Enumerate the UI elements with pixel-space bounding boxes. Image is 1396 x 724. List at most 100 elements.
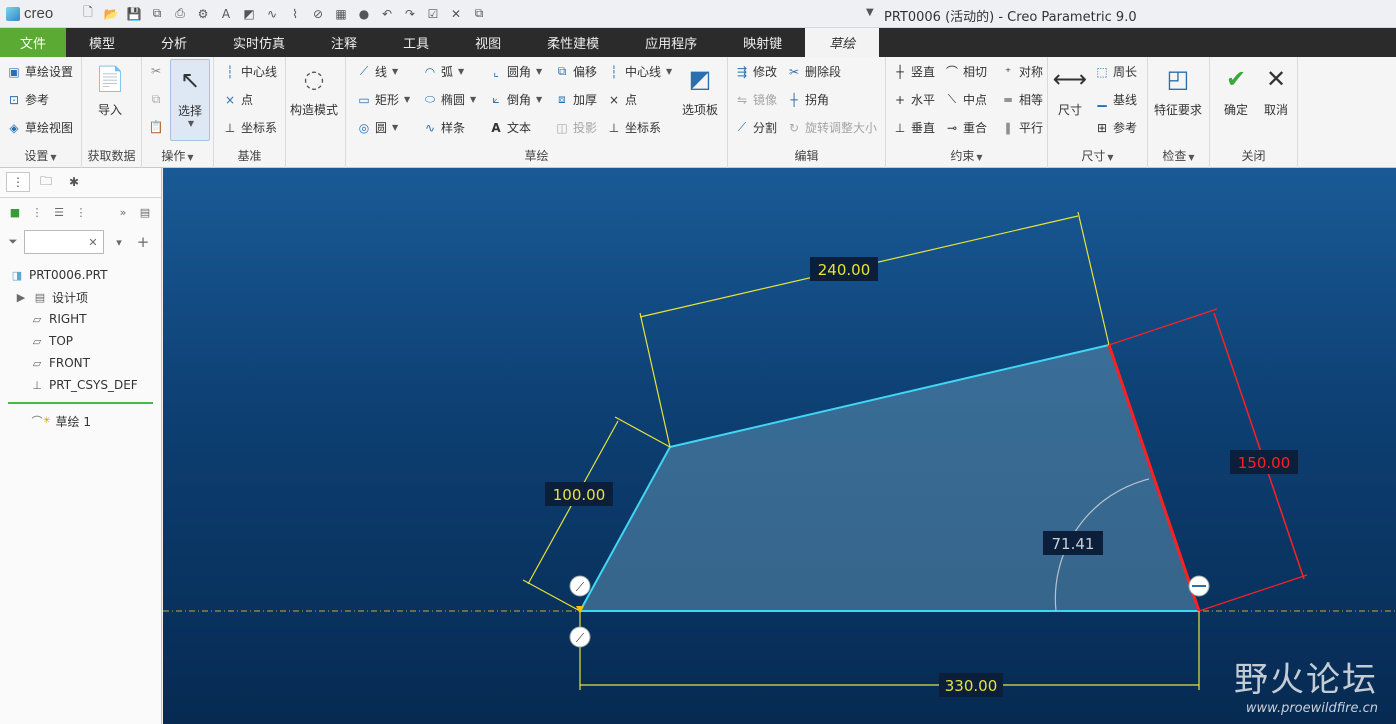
sphere-icon[interactable]: ● (354, 5, 374, 23)
insert-here-indicator[interactable] (8, 402, 153, 404)
filter-dropdown-icon[interactable]: ▾ (112, 235, 126, 249)
color-icon[interactable]: ▦ (331, 5, 351, 23)
clear-search-icon[interactable]: ✕ (86, 235, 100, 249)
list-settings-icon[interactable]: ⋮ (30, 205, 44, 219)
tree-item-front[interactable]: ▱ FRONT (0, 352, 161, 374)
constraint-coincident-button[interactable]: ⊸ 重合 (944, 119, 987, 136)
qat-menu-arrow-icon[interactable]: ▼ (866, 7, 874, 18)
fillet-button[interactable]: ⌞ 圆角 ▼ (488, 63, 542, 80)
constraint-symmetric-button[interactable]: ⁺ 对称 (1000, 63, 1043, 80)
dim-330-label[interactable]: 330.00 (945, 677, 998, 695)
tab-file[interactable]: 文件 (0, 28, 66, 57)
group-label-inspect[interactable]: 检查 ▼ (1148, 147, 1209, 164)
tree-item-csys[interactable]: ⊥ PRT_CSYS_DEF (0, 374, 161, 396)
save-icon[interactable]: 💾 (124, 5, 144, 23)
project-button[interactable]: ◫ 投影 (554, 119, 597, 136)
rotate-resize-button[interactable]: ↻ 旋转调整大小 (786, 119, 877, 136)
datum-csys-button[interactable]: ⊥ 坐标系 (222, 119, 277, 136)
constraint-parallel-button[interactable]: ∥ 平行 (1000, 119, 1043, 136)
thicken-button[interactable]: ⧈ 加厚 (554, 91, 597, 108)
tree-columns-icon[interactable]: ☰ (52, 205, 66, 219)
print-icon[interactable]: ⎙ (170, 5, 190, 23)
delete-segment-button[interactable]: ✂ 删除段 (786, 63, 841, 80)
graphics-window[interactable]: 240.00 100.00 150.00 71.41 330.00 ⟋ ⟋ 野火… (163, 168, 1396, 724)
expand-more-icon[interactable]: » (116, 205, 130, 219)
tab-live-simulation[interactable]: 实时仿真 (210, 28, 308, 57)
divide-button[interactable]: ⟋ 分割 (734, 119, 777, 136)
sketch-csys-button[interactable]: ⊥ 坐标系 (606, 119, 661, 136)
constraint-horizontal-button[interactable]: + 水平 (892, 91, 935, 108)
tree-filter-icon[interactable]: ⋮ (74, 205, 88, 219)
constraint-midpoint-button[interactable]: ⟍ 中点 (944, 91, 987, 108)
sketch-tool-icon[interactable]: ◩ (239, 5, 259, 23)
group-label-dimension[interactable]: 尺寸 ▼ (1048, 147, 1147, 164)
paste-button[interactable]: 📋 (148, 119, 164, 135)
model-tree-tab-icon[interactable]: ⋮ (6, 172, 30, 192)
add-filter-icon[interactable]: + (136, 233, 150, 251)
undo-icon[interactable]: ↶ (377, 5, 397, 23)
group-label-operations[interactable]: 操作 ▼ (142, 147, 213, 164)
sketch-canvas[interactable]: 240.00 100.00 150.00 71.41 330.00 ⟋ ⟋ (163, 168, 1396, 724)
constraint-equal-button[interactable]: ═ 相等 (1000, 91, 1043, 108)
spline-button[interactable]: ∿ 样条 (422, 119, 465, 136)
dim-150-label[interactable]: 150.00 (1238, 454, 1291, 472)
sketch-setup-button[interactable]: ▣ 草绘设置 (6, 63, 73, 80)
group-label-constraint[interactable]: 约束 ▼ (886, 147, 1047, 164)
constraint-vertical-button[interactable]: ┼ 竖直 (892, 63, 935, 80)
baseline-button[interactable]: ▁ 基线 (1094, 91, 1137, 108)
tab-annotate[interactable]: 注释 (308, 28, 380, 57)
window-icon[interactable]: ☑ (423, 5, 443, 23)
tree-page-icon[interactable]: ▤ (138, 205, 152, 219)
tree-item-design-items[interactable]: ▶ ▤ 设计项 (0, 286, 161, 308)
tab-applications[interactable]: 应用程序 (622, 28, 720, 57)
dim-240-label[interactable]: 240.00 (818, 261, 871, 279)
dim-100-label[interactable]: 100.00 (553, 486, 606, 504)
cut-button[interactable]: ✂ (148, 63, 164, 79)
favorites-tab-icon[interactable]: ✱ (62, 172, 86, 192)
feature-requirements-button[interactable]: ◰ 特征要求 (1154, 63, 1202, 118)
tab-flexible-modeling[interactable]: 柔性建模 (524, 28, 622, 57)
datum-centerline-button[interactable]: ┆ 中心线 (222, 63, 277, 80)
spline-icon[interactable]: ⌇ (285, 5, 305, 23)
group-label-setup[interactable]: 设置 ▼ (0, 147, 81, 164)
chamfer-button[interactable]: ⟀ 倒角 ▼ (488, 91, 542, 108)
corner-button[interactable]: ┼ 拐角 (786, 91, 829, 108)
sketch-centerline-button[interactable]: ┆ 中心线 ▼ (606, 63, 672, 80)
palette-button[interactable]: ◩ 选项板 (682, 63, 718, 118)
copy-icon[interactable]: ⧉ (147, 5, 167, 23)
tab-tools[interactable]: 工具 (380, 28, 452, 57)
datum-point-button[interactable]: × 点 (222, 91, 253, 108)
ellipse-button[interactable]: ⬭ 椭圆 ▼ (422, 91, 476, 108)
modify-button[interactable]: ⇶ 修改 (734, 63, 777, 80)
text-icon[interactable]: A (216, 5, 236, 23)
cube-icon[interactable]: ■ (8, 205, 22, 219)
line-button[interactable]: ⟋ 线 ▼ (356, 63, 398, 80)
perimeter-button[interactable]: ⬚ 周长 (1094, 63, 1137, 80)
mirror-button[interactable]: ⇋ 镜像 (734, 91, 777, 108)
arc-button[interactable]: ◠ 弧 ▼ (422, 63, 464, 80)
redo-icon[interactable]: ↷ (400, 5, 420, 23)
sketch-point-button[interactable]: × 点 (606, 91, 637, 108)
constraint-tangent-button[interactable]: ⌒ 相切 (944, 63, 987, 80)
cancel-button[interactable]: ✕ 取消 (1260, 63, 1292, 118)
tree-item-top[interactable]: ▱ TOP (0, 330, 161, 352)
tab-analysis[interactable]: 分析 (138, 28, 210, 57)
references-button[interactable]: ⊡ 参考 (6, 91, 49, 108)
constraint-perpendicular-button[interactable]: ⊥ 垂直 (892, 119, 935, 136)
close-window-icon[interactable]: ✕ (446, 5, 466, 23)
open-icon[interactable]: 📂 (101, 5, 121, 23)
folder-browser-tab-icon[interactable]: 🗀 (34, 172, 58, 192)
ok-button[interactable]: ✔ 确定 (1220, 63, 1252, 118)
copy-button[interactable]: ⧉ (148, 91, 164, 107)
tree-item-sketch[interactable]: ⌒ ✳ 草绘 1 (0, 410, 161, 432)
new-icon[interactable]: 🗋 (78, 5, 98, 23)
dim-angle-label[interactable]: 71.41 (1052, 535, 1095, 553)
sketch-view-button[interactable]: ◈ 草绘视图 (6, 119, 73, 136)
tree-item-right[interactable]: ▱ RIGHT (0, 308, 161, 330)
tab-view[interactable]: 视图 (452, 28, 524, 57)
circle-icon[interactable]: ⊘ (308, 5, 328, 23)
construction-mode-button[interactable]: ◌ 构造模式 (290, 63, 338, 118)
dimension-button[interactable]: ⟷ 尺寸 (1053, 63, 1087, 118)
circle-button[interactable]: ◎ 圆 ▼ (356, 119, 398, 136)
select-button[interactable]: ↖ 选择 ▼ (170, 59, 210, 141)
